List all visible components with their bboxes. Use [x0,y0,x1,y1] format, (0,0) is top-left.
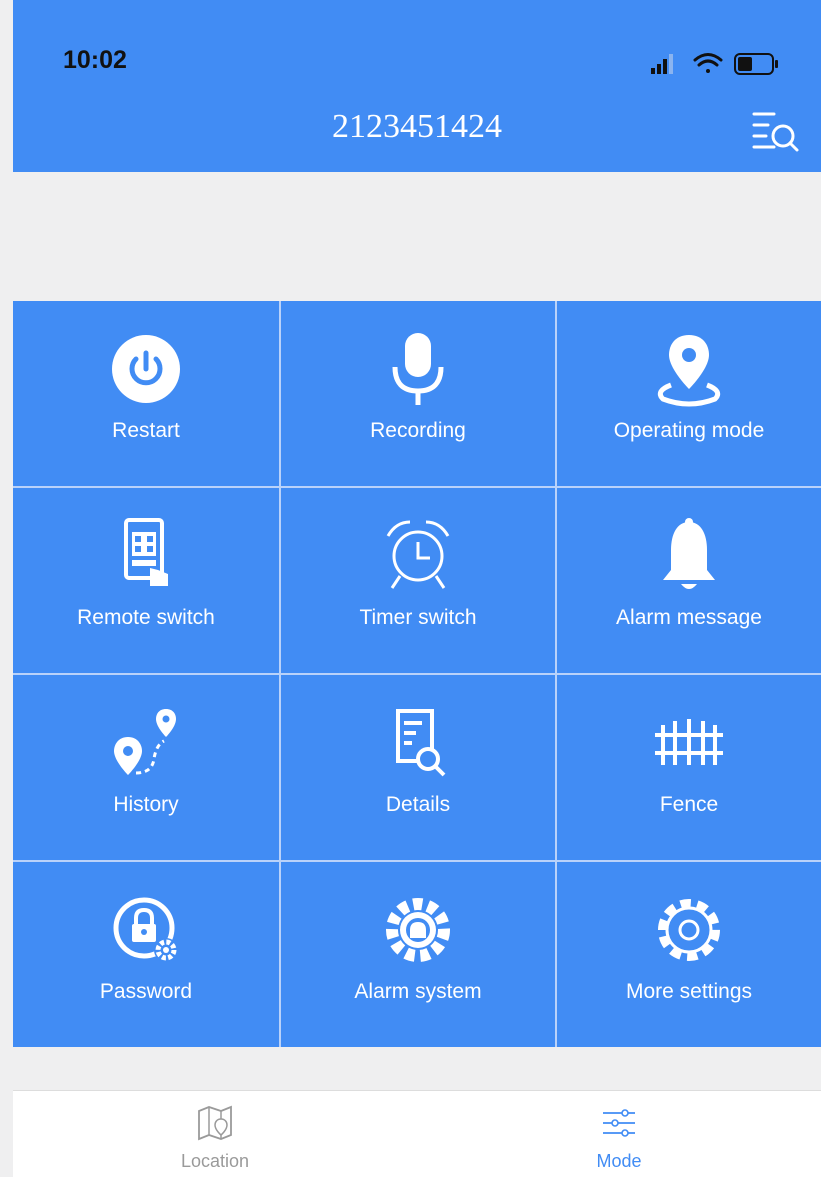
more-settings-button[interactable]: More settings [557,862,821,1047]
more-settings-label: More settings [625,980,753,1003]
tab-mode[interactable]: Mode [417,1091,821,1177]
alarm-system-label: Alarm system [354,980,482,1003]
search-list-icon[interactable] [750,108,802,154]
alarm-clock-icon [386,520,450,589]
settings-gear-icon [658,899,720,961]
map-icon [198,1105,232,1141]
status-time: 10:02 [63,46,127,74]
alarm-message-button[interactable]: Alarm message [557,488,821,673]
operating-mode-label: Operating mode [613,419,765,442]
tab-bar: Location Mode [13,1090,821,1177]
recording-label: Recording [370,419,466,442]
history-label: History [113,793,179,816]
alarm-system-button[interactable]: Alarm system [281,862,555,1047]
alarm-gear-icon [386,898,450,962]
microphone-icon [392,333,444,405]
header-bar: 10:02 2123451424 [13,0,821,172]
battery-icon [734,53,778,75]
details-label: Details [385,793,451,816]
fence-label: Fence [659,793,719,816]
tab-mode-label: Mode [596,1151,642,1171]
device-title: 2123451424 [332,108,502,145]
tab-location-label: Location [180,1151,250,1171]
tab-location[interactable]: Location [13,1091,417,1177]
alarm-message-label: Alarm message [616,606,762,629]
password-label: Password [99,980,193,1003]
app-screen: 10:02 2123451424 Restart Recording Opera… [13,0,821,1177]
document-search-icon [396,709,446,777]
wifi-icon [693,53,723,73]
restart-button[interactable]: Restart [13,301,279,486]
restart-label: Restart [112,419,180,442]
timer-switch-label: Timer switch [359,606,477,629]
lock-gear-icon [113,897,178,962]
remote-switch-label: Remote switch [77,606,215,629]
password-button[interactable]: Password [13,862,279,1047]
status-icons [651,53,778,75]
bell-icon [663,518,715,589]
history-button[interactable]: History [13,675,279,860]
function-grid: Restart Recording Operating mode Remote … [13,301,821,1047]
signal-icon [651,54,673,74]
recording-button[interactable]: Recording [281,301,555,486]
timer-switch-button[interactable]: Timer switch [281,488,555,673]
remote-switch-button[interactable]: Remote switch [13,488,279,673]
remote-keypad-icon [124,518,168,586]
location-pin-icon [657,335,721,407]
operating-mode-button[interactable]: Operating mode [557,301,821,486]
fence-icon [655,719,723,765]
details-button[interactable]: Details [281,675,555,860]
route-history-icon [114,709,176,775]
fence-button[interactable]: Fence [557,675,821,860]
sliders-icon [603,1109,635,1137]
power-icon [112,335,180,403]
